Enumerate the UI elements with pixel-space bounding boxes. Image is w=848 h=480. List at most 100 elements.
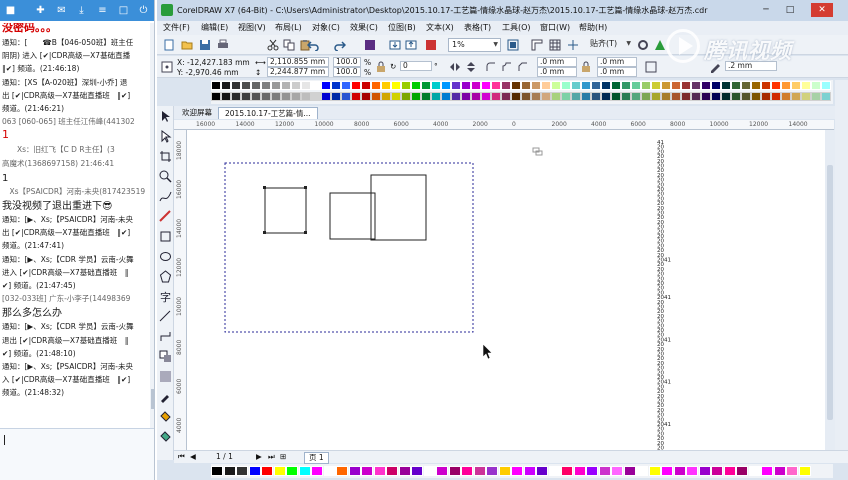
color-swatch[interactable] bbox=[221, 92, 231, 101]
width-field[interactable]: 2,110.855 mm bbox=[267, 57, 329, 67]
color-swatch[interactable] bbox=[281, 81, 291, 90]
color-swatch[interactable] bbox=[431, 92, 441, 101]
height-field[interactable]: 2,244.877 mm bbox=[267, 67, 329, 77]
add-page-icon[interactable]: ⊞ bbox=[280, 452, 286, 462]
chat-scroll-thumb[interactable] bbox=[151, 389, 154, 409]
chat-input-area[interactable] bbox=[0, 428, 154, 480]
color-palette[interactable] bbox=[211, 464, 833, 478]
rotation-angle-field[interactable]: 0 bbox=[400, 61, 432, 71]
color-swatch[interactable] bbox=[521, 92, 531, 101]
color-swatch[interactable] bbox=[461, 92, 471, 101]
color-swatch[interactable] bbox=[501, 92, 511, 101]
color-swatch[interactable] bbox=[341, 81, 351, 90]
color-swatch[interactable] bbox=[273, 466, 286, 476]
menu-view[interactable]: 视图(V) bbox=[238, 22, 266, 34]
menu-table[interactable]: 表格(T) bbox=[464, 22, 491, 34]
prev-page-icon[interactable]: ◀ bbox=[190, 452, 196, 462]
color-swatch[interactable] bbox=[421, 81, 431, 90]
last-page-icon[interactable]: ⏭ bbox=[268, 452, 275, 462]
color-swatch[interactable] bbox=[261, 81, 271, 90]
color-swatch[interactable] bbox=[423, 466, 436, 476]
snap-to-menu[interactable]: 贴齐(T) ▼ bbox=[587, 38, 633, 52]
color-swatch[interactable] bbox=[361, 81, 371, 90]
square-shape[interactable] bbox=[329, 192, 376, 240]
tab-welcome-screen[interactable]: 欢迎屏幕 bbox=[176, 107, 218, 119]
menu-bitmaps[interactable]: 位图(B) bbox=[388, 22, 416, 34]
show-grid-icon[interactable] bbox=[549, 39, 561, 51]
vertical-scroll-thumb[interactable] bbox=[827, 165, 833, 420]
color-swatch[interactable] bbox=[681, 81, 691, 90]
color-swatch[interactable] bbox=[741, 81, 751, 90]
color-swatch[interactable] bbox=[323, 466, 336, 476]
color-swatch[interactable] bbox=[271, 81, 281, 90]
first-page-icon[interactable]: ⏮ bbox=[178, 452, 185, 462]
menu-tools[interactable]: 工具(O) bbox=[502, 22, 531, 34]
color-swatch[interactable] bbox=[551, 81, 561, 90]
color-swatch[interactable] bbox=[511, 466, 523, 476]
maximize-button[interactable]: □ bbox=[779, 3, 801, 17]
color-swatch[interactable] bbox=[673, 466, 686, 476]
color-swatch[interactable] bbox=[691, 81, 701, 90]
color-swatch[interactable] bbox=[241, 92, 251, 101]
options-icon[interactable] bbox=[637, 39, 649, 51]
open-folder-icon[interactable] bbox=[181, 39, 193, 51]
scale-height-field[interactable]: 100.0 bbox=[333, 67, 361, 77]
ellipse-tool-icon[interactable] bbox=[159, 250, 172, 263]
color-swatch[interactable] bbox=[581, 81, 591, 90]
tab-document[interactable]: 2015.10.17-工艺篇-情... bbox=[218, 107, 318, 119]
download-icon[interactable]: ⤓ bbox=[75, 4, 88, 17]
color-swatch[interactable] bbox=[401, 81, 411, 90]
color-swatch[interactable] bbox=[286, 466, 298, 476]
color-swatch[interactable] bbox=[821, 92, 831, 101]
color-swatch[interactable] bbox=[211, 466, 223, 476]
color-swatch[interactable] bbox=[571, 92, 581, 101]
color-swatch[interactable] bbox=[811, 81, 821, 90]
selection-handle[interactable] bbox=[263, 186, 266, 189]
color-swatch[interactable] bbox=[511, 81, 521, 90]
color-swatch[interactable] bbox=[371, 81, 381, 90]
color-swatch[interactable] bbox=[281, 92, 291, 101]
parallel-dimension-icon[interactable] bbox=[159, 310, 172, 323]
qq-icon[interactable]: ■ bbox=[4, 4, 17, 17]
color-swatch[interactable] bbox=[448, 466, 461, 476]
lock-ratio-icon[interactable] bbox=[375, 61, 387, 73]
menu-effects[interactable]: 效果(C) bbox=[350, 22, 378, 34]
application-launcher-icon[interactable] bbox=[654, 39, 666, 51]
color-swatch[interactable] bbox=[623, 466, 636, 476]
color-swatch[interactable] bbox=[411, 92, 421, 101]
next-page-icon[interactable]: ▶ bbox=[256, 452, 262, 462]
freehand-tool-icon[interactable] bbox=[159, 190, 172, 203]
color-swatch[interactable] bbox=[251, 92, 261, 101]
color-swatch[interactable] bbox=[581, 92, 591, 101]
color-swatch[interactable] bbox=[821, 81, 831, 90]
color-swatch[interactable] bbox=[661, 466, 673, 476]
color-swatch[interactable] bbox=[701, 92, 711, 101]
full-screen-icon[interactable] bbox=[507, 39, 519, 51]
color-swatch[interactable] bbox=[781, 92, 791, 101]
color-swatch[interactable] bbox=[611, 81, 621, 90]
color-swatch[interactable] bbox=[801, 81, 811, 90]
color-swatch[interactable] bbox=[441, 81, 451, 90]
color-swatch[interactable] bbox=[748, 466, 761, 476]
color-swatch[interactable] bbox=[551, 92, 561, 101]
color-swatch[interactable] bbox=[681, 92, 691, 101]
color-swatch[interactable] bbox=[321, 92, 331, 101]
color-swatch[interactable] bbox=[536, 466, 548, 476]
color-swatch[interactable] bbox=[701, 81, 711, 90]
color-swatch[interactable] bbox=[661, 81, 671, 90]
color-swatch[interactable] bbox=[631, 92, 641, 101]
menu-object[interactable]: 对象(C) bbox=[312, 22, 340, 34]
color-swatch[interactable] bbox=[231, 92, 241, 101]
color-swatch[interactable] bbox=[351, 81, 361, 90]
color-swatch[interactable] bbox=[231, 81, 241, 90]
color-swatch[interactable] bbox=[761, 92, 771, 101]
color-swatch[interactable] bbox=[291, 92, 301, 101]
color-swatch[interactable] bbox=[391, 81, 401, 90]
chat-scrollbar[interactable] bbox=[150, 23, 154, 428]
cut-icon[interactable] bbox=[267, 39, 279, 51]
color-swatch[interactable] bbox=[223, 466, 236, 476]
mirror-vertical-icon[interactable] bbox=[465, 61, 477, 73]
color-swatch[interactable] bbox=[311, 92, 321, 101]
color-swatch[interactable] bbox=[541, 92, 551, 101]
color-swatch[interactable] bbox=[731, 81, 741, 90]
